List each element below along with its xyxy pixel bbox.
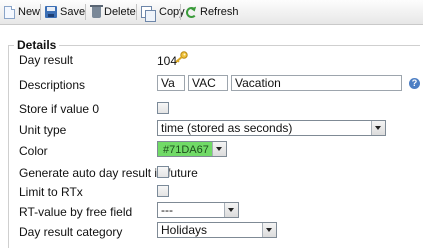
- delete-button[interactable]: Delete: [90, 3, 136, 21]
- chevron-down-icon: [224, 203, 238, 217]
- refresh-icon: [186, 6, 197, 18]
- help-icon[interactable]: ?: [409, 78, 420, 89]
- save-disk-icon: [45, 6, 57, 18]
- copy-icon: [141, 6, 156, 22]
- category-label: Day result category: [19, 225, 123, 239]
- delete-label: Delete: [104, 6, 136, 18]
- new-button[interactable]: New: [4, 3, 40, 21]
- generate-future-label: Generate auto day result in future: [19, 166, 198, 180]
- new-document-icon: [4, 5, 15, 19]
- details-legend: Details: [14, 38, 60, 52]
- category-select[interactable]: Holidays: [157, 222, 277, 238]
- new-label: New: [18, 6, 41, 18]
- store-if-zero-checkbox[interactable]: [157, 102, 169, 114]
- toolbar-separator: [136, 4, 137, 20]
- save-button[interactable]: Save: [45, 3, 85, 21]
- category-value: Holidays: [161, 223, 208, 237]
- refresh-button[interactable]: Refresh: [186, 3, 239, 21]
- chevron-down-icon: [262, 223, 276, 237]
- toolbar: New Save Delete Copy Refresh: [0, 0, 423, 25]
- rt-value-select[interactable]: ---: [157, 202, 239, 218]
- unit-type-value: time (stored as seconds): [161, 121, 293, 135]
- save-label: Save: [60, 6, 86, 18]
- trash-icon: [90, 4, 103, 18]
- store-if-zero-label: Store if value 0: [19, 102, 100, 116]
- limit-rtx-checkbox[interactable]: [157, 185, 169, 197]
- toolbar-separator: [40, 4, 41, 20]
- chevron-down-icon: [371, 121, 385, 135]
- description-short-input[interactable]: Va: [157, 75, 185, 91]
- color-label: Color: [19, 144, 48, 158]
- chevron-down-icon: [212, 142, 226, 156]
- unit-type-select[interactable]: time (stored as seconds): [157, 120, 386, 136]
- color-value: #71DA67: [163, 144, 209, 156]
- descriptions-label: Descriptions: [19, 78, 86, 92]
- rt-value-label: RT-value by free field: [19, 205, 133, 219]
- generate-future-checkbox[interactable]: [157, 166, 169, 178]
- day-result-label: Day result: [19, 53, 74, 67]
- description-code-input[interactable]: VAC: [188, 75, 228, 91]
- limit-rtx-label: Limit to RTx: [19, 185, 83, 199]
- key-icon: [175, 51, 188, 63]
- refresh-label: Refresh: [200, 6, 239, 18]
- description-long-input[interactable]: Vacation: [231, 75, 402, 91]
- toolbar-separator: [180, 4, 181, 20]
- copy-button[interactable]: Copy: [141, 3, 185, 22]
- rt-value-value: ---: [161, 203, 173, 217]
- color-select[interactable]: #71DA67: [157, 141, 227, 157]
- toolbar-separator: [85, 4, 86, 20]
- unit-type-label: Unit type: [19, 123, 67, 137]
